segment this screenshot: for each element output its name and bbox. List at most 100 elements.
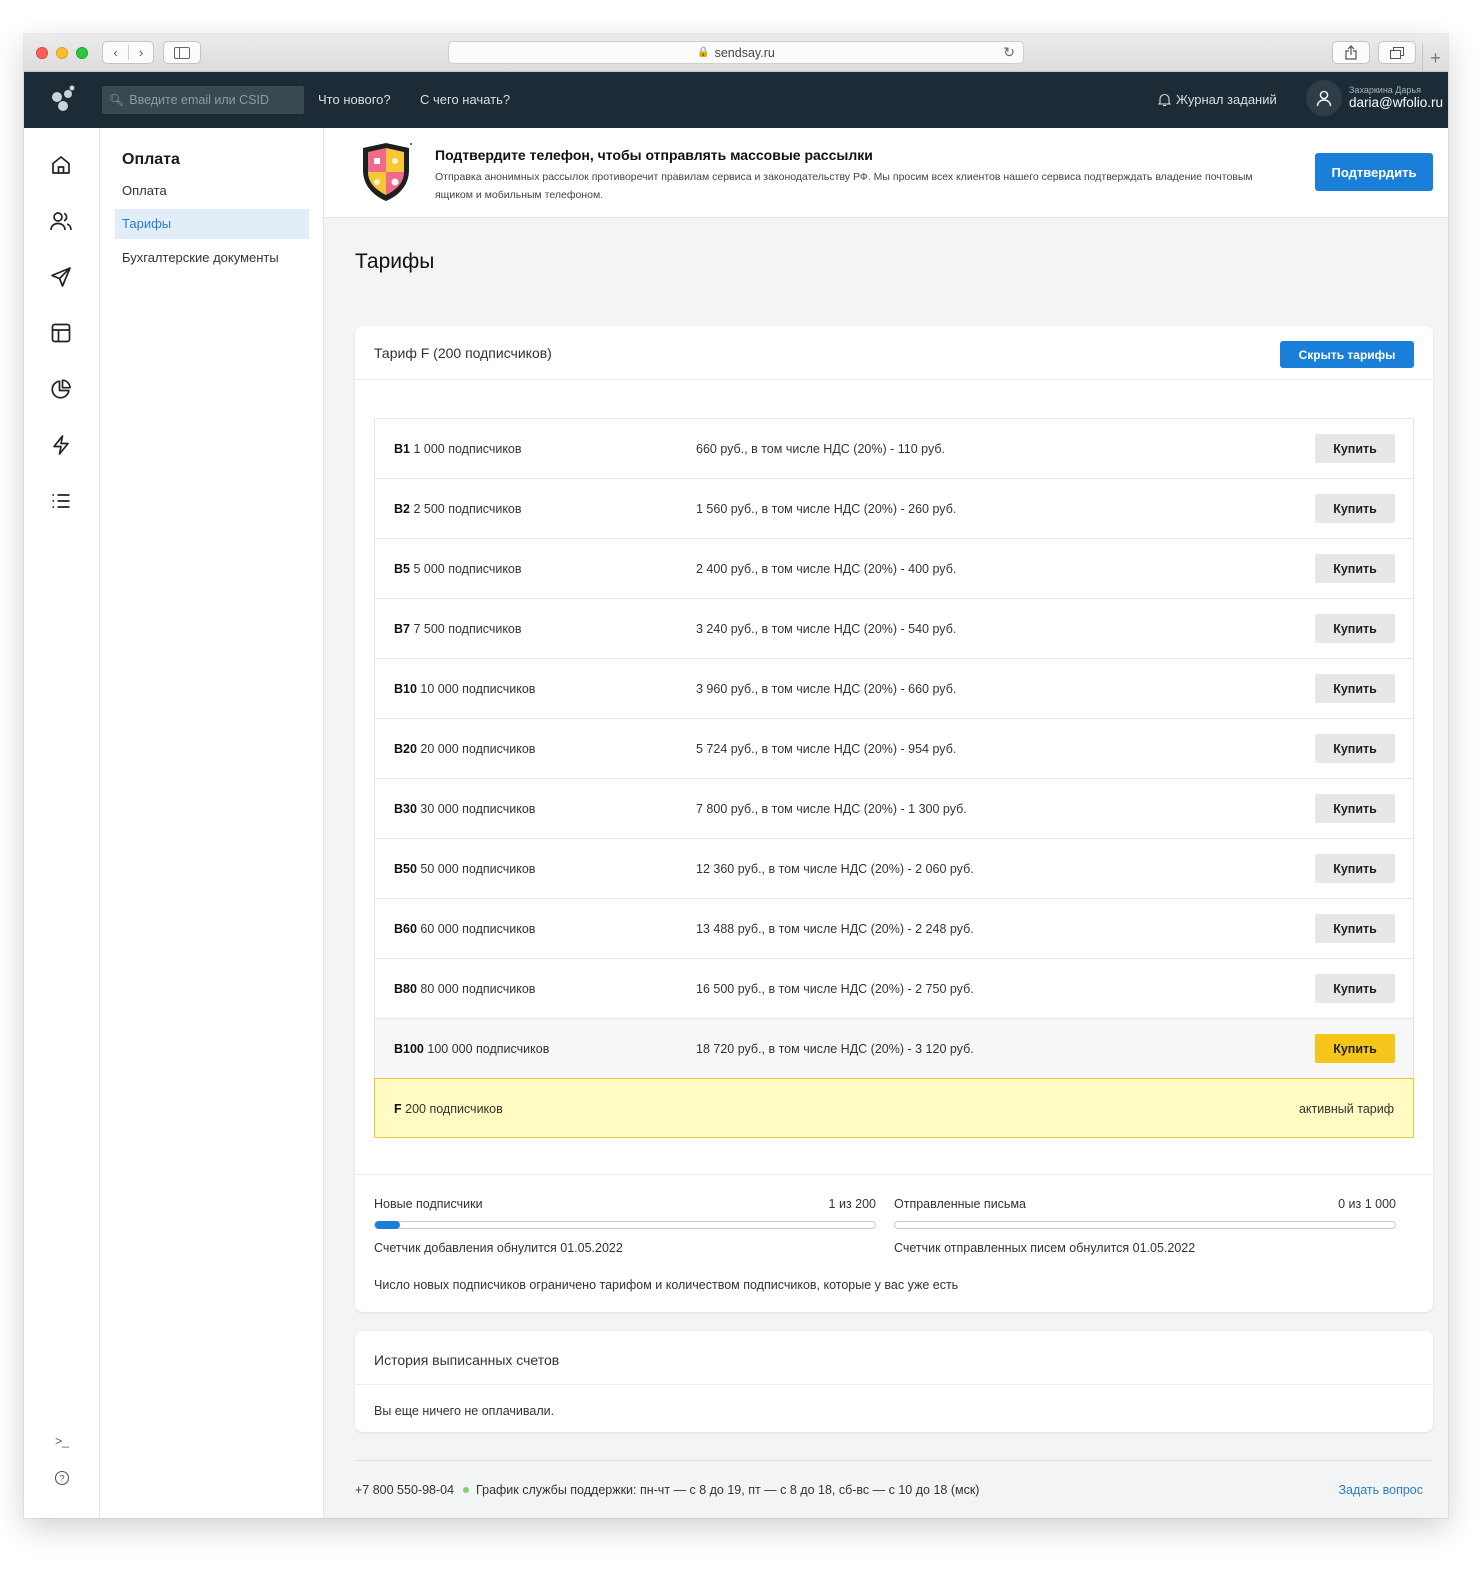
app-header: 🔍︎ Что нового? С чего начать? Журнал зад… [24, 72, 1448, 128]
browser-toolbar: ‹ › 🔒 sendsay.ru ↻ + [24, 34, 1448, 72]
buy-button[interactable]: Купить [1315, 614, 1395, 643]
lightning-icon[interactable] [49, 433, 73, 457]
user-icon [1316, 90, 1332, 107]
hide-tariffs-button[interactable]: Скрыть тарифы [1280, 341, 1414, 368]
plan-price: 2 400 руб., в том числе НДС (20%) - 400 … [696, 562, 957, 576]
user-menu[interactable]: Захаркина Дарья daria@wfolio.ru [1306, 80, 1443, 116]
buy-button[interactable]: Купить [1315, 734, 1395, 763]
plan-code: B10 [394, 682, 417, 696]
plan-name: B1 1 000 подписчиков [394, 442, 522, 456]
main-content: Подтвердите телефон, чтобы отправлять ма… [324, 128, 1448, 1518]
address-bar[interactable]: 🔒 sendsay.ru ↻ [448, 41, 1024, 64]
plan-price: 7 800 руб., в том числе НДС (20%) - 1 30… [696, 802, 967, 816]
journal-link[interactable]: Журнал заданий [1158, 92, 1277, 107]
plan-row: B7 7 500 подписчиков 3 240 руб., в том ч… [375, 599, 1413, 659]
banner-text: Отправка анонимных рассылок противоречит… [435, 171, 1253, 201]
tabs-overview-button[interactable] [1378, 41, 1416, 64]
confirm-phone-button[interactable]: Подтвердить [1315, 153, 1433, 191]
plan-name: B20 20 000 подписчиков [394, 742, 535, 756]
buy-button[interactable]: Купить [1315, 914, 1395, 943]
plan-name: B80 80 000 подписчиков [394, 982, 535, 996]
plan-row: B2 2 500 подписчиков 1 560 руб., в том ч… [375, 479, 1413, 539]
plan-price: 660 руб., в том числе НДС (20%) - 110 ру… [696, 442, 945, 456]
plan-subscribers: 20 000 подписчиков [420, 742, 536, 756]
plan-subscribers: 50 000 подписчиков [420, 862, 536, 876]
invoice-history-empty: Вы еще ничего не оплачивали. [374, 1404, 555, 1418]
tariff-card: Тариф F (200 подписчиков) Скрыть тарифы … [355, 326, 1433, 1312]
buy-button[interactable]: Купить [1315, 434, 1395, 463]
plan-code: B30 [394, 802, 417, 816]
browser-window: ‹› 🔒 sendsay.ru ↻ + 🔍︎ Что нового? [24, 34, 1448, 1518]
lock-icon: 🔒 [697, 47, 710, 58]
tabs-icon [1390, 46, 1404, 59]
plan-name: B10 10 000 подписчиков [394, 682, 535, 696]
invoice-history-header: История выписанных счетов [355, 1331, 1433, 1385]
send-icon[interactable] [49, 265, 73, 289]
buy-button[interactable]: Купить [1315, 554, 1395, 583]
subnav-item-accounting-docs[interactable]: Бухгалтерские документы [115, 243, 309, 273]
list-icon[interactable] [49, 489, 73, 513]
plan-price: 13 488 руб., в том числе НДС (20%) - 2 2… [696, 922, 974, 936]
help-icon[interactable]: ? [24, 1470, 100, 1489]
buy-button[interactable]: Купить [1315, 794, 1395, 823]
plan-price: 12 360 руб., в том числе НДС (20%) - 2 0… [696, 862, 974, 876]
support-phone[interactable]: +7 800 550-98-04 [355, 1483, 454, 1497]
avatar [1306, 80, 1342, 116]
search-input[interactable] [129, 93, 300, 107]
plan-name: B7 7 500 подписчиков [394, 622, 522, 636]
plan-row: B20 20 000 подписчиков 5 724 руб., в том… [375, 719, 1413, 779]
buy-button[interactable]: Купить [1315, 854, 1395, 883]
plan-row: B30 30 000 подписчиков 7 800 руб., в том… [375, 779, 1413, 839]
console-icon[interactable]: >_ [24, 1434, 100, 1448]
minimize-window-button[interactable] [56, 47, 68, 59]
plan-row: B100 100 000 подписчиков 18 720 руб., в … [375, 1019, 1413, 1079]
forward-icon[interactable]: › [127, 45, 153, 60]
share-button[interactable] [1332, 41, 1370, 64]
plan-subscribers: 10 000 подписчиков [420, 682, 536, 696]
sidebar-toggle-button[interactable] [163, 41, 201, 64]
buy-button[interactable]: Купить [1315, 1034, 1395, 1063]
ask-question-link[interactable]: Задать вопрос [1338, 1483, 1423, 1497]
usage-label: Отправленные письма [894, 1197, 1026, 1211]
plan-subscribers: 1 000 подписчиков [413, 442, 522, 456]
usage-label: Новые подписчики [374, 1197, 483, 1211]
progress-bar [894, 1221, 1396, 1229]
plan-code: F [394, 1102, 402, 1116]
layout-icon[interactable] [49, 321, 73, 345]
back-icon[interactable]: ‹ [103, 45, 128, 60]
zoom-window-button[interactable] [76, 47, 88, 59]
usage-reset-note: Счетчик отправленных писем обнулится 01.… [894, 1241, 1196, 1255]
plan-subscribers: 2 500 подписчиков [413, 502, 522, 516]
subnav-title: Оплата [122, 151, 180, 168]
plan-row: B10 10 000 подписчиков 3 960 руб., в том… [375, 659, 1413, 719]
payment-subnav: Оплата Оплата Тарифы Бухгалтерские докум… [100, 128, 324, 1518]
plan-subscribers: 60 000 подписчиков [420, 922, 536, 936]
share-icon [1345, 45, 1357, 60]
sendsay-logo-icon[interactable] [48, 85, 78, 115]
whats-new-link[interactable]: Что нового? [318, 92, 391, 107]
plan-code: B2 [394, 502, 410, 516]
buy-button[interactable]: Купить [1315, 974, 1395, 1003]
active-plan-label: активный тариф [1298, 1102, 1394, 1116]
plan-code: B7 [394, 622, 410, 636]
search-box: 🔍︎ [102, 86, 304, 114]
history-nav: ‹ › [102, 41, 154, 64]
usage-count: 0 из 1 000 [1338, 1197, 1396, 1211]
plan-code: B50 [394, 862, 417, 876]
pie-chart-icon[interactable] [49, 377, 73, 401]
users-icon[interactable] [49, 209, 73, 233]
plan-row: B60 60 000 подписчиков 13 488 руб., в то… [375, 899, 1413, 959]
close-window-button[interactable] [36, 47, 48, 59]
buy-button[interactable]: Купить [1315, 494, 1395, 523]
reload-icon[interactable]: ↻ [1003, 44, 1015, 61]
address-text: sendsay.ru [714, 45, 775, 60]
plan-subscribers: 100 000 подписчиков [427, 1042, 550, 1056]
new-tab-button[interactable]: + [1422, 44, 1448, 72]
home-icon[interactable] [49, 153, 73, 177]
subnav-item-payment[interactable]: Оплата [115, 176, 309, 206]
plan-name: B60 60 000 подписчиков [394, 922, 535, 936]
get-started-link[interactable]: С чего начать? [420, 92, 510, 107]
subnav-item-tariffs[interactable]: Тарифы [115, 209, 309, 239]
plan-code: B100 [394, 1042, 424, 1056]
buy-button[interactable]: Купить [1315, 674, 1395, 703]
